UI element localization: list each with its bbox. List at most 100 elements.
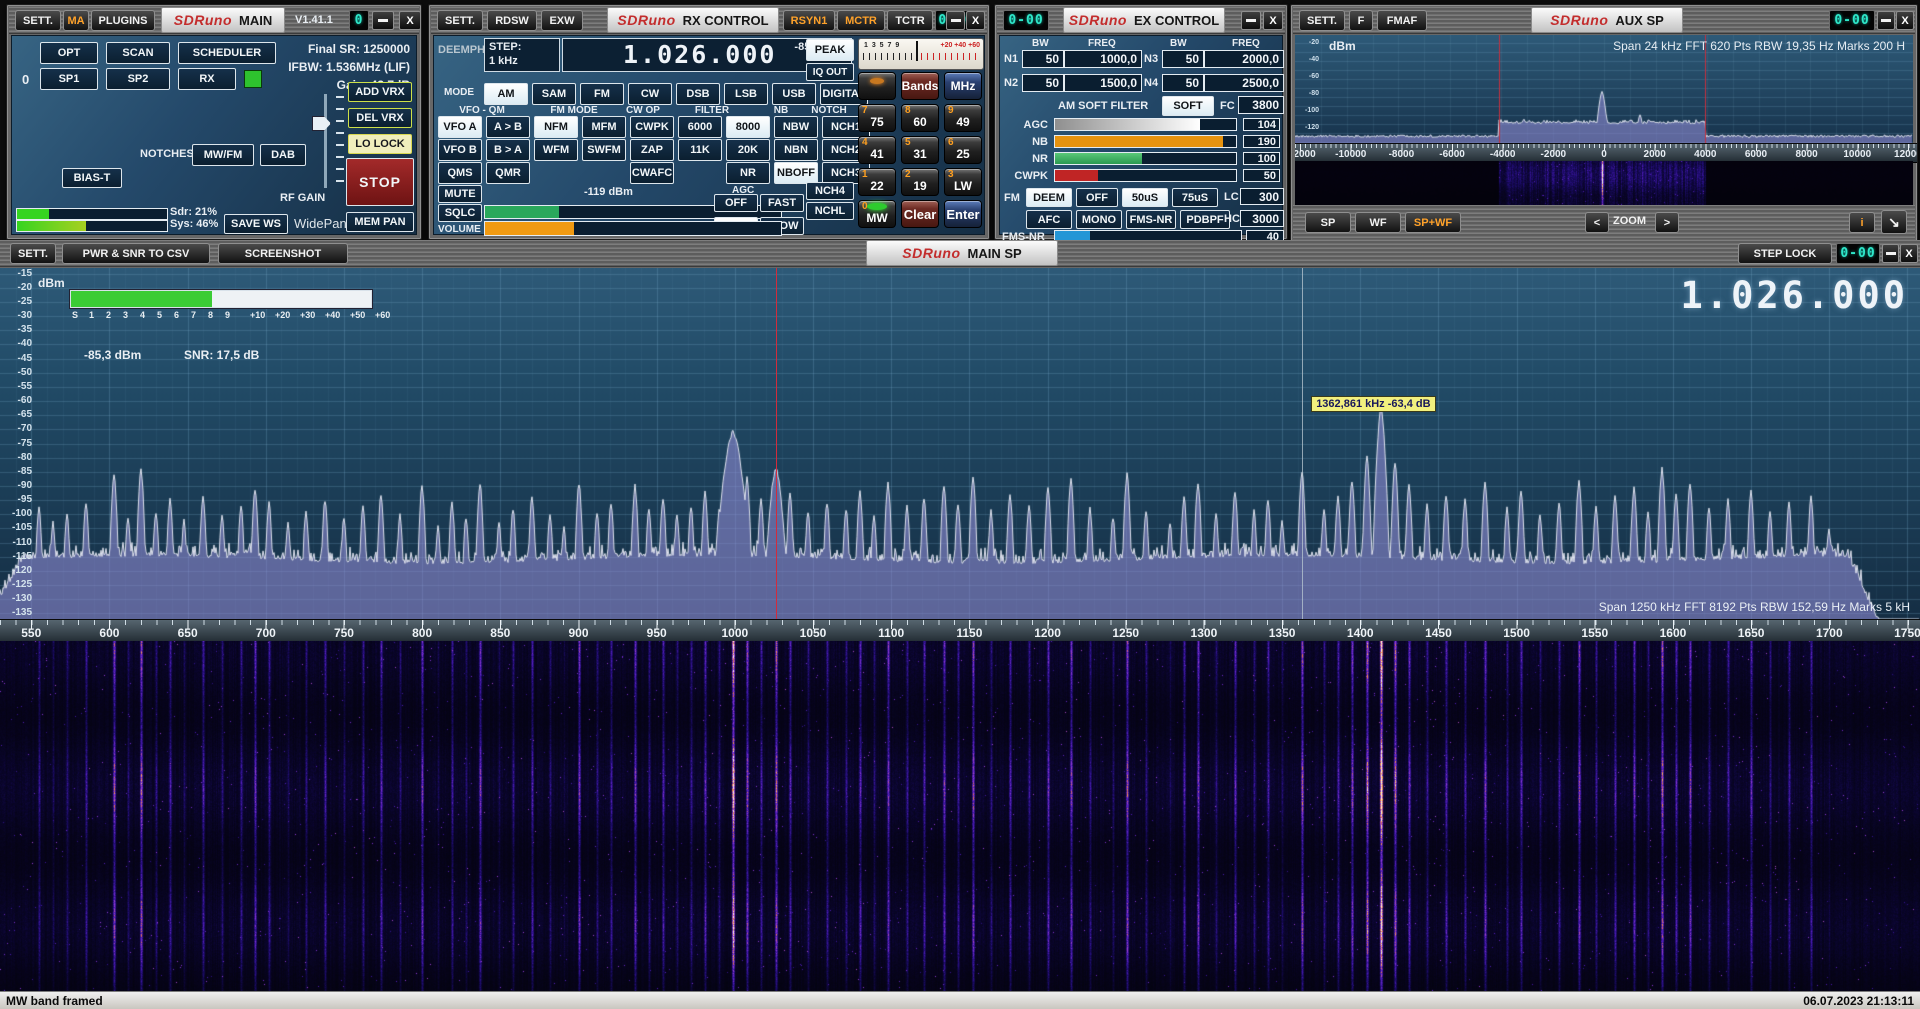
agc-fast-button[interactable]: FAST	[760, 194, 804, 212]
save-ws-button[interactable]: SAVE WS	[224, 214, 288, 234]
aux-spectrum[interactable]: dBm Span 24 kHz FFT 620 Pts RBW 19,35 Hz…	[1295, 35, 1913, 143]
mode-button[interactable]: LSB	[724, 83, 768, 105]
slider-track[interactable]	[1054, 118, 1237, 131]
step-lock-button[interactable]: STEP LOCK	[1738, 243, 1832, 264]
control-button[interactable]: VFO A	[438, 116, 482, 138]
aux-wf-mode-button[interactable]: WF	[1355, 212, 1401, 233]
keypad-key[interactable]: 8 60	[901, 104, 939, 132]
slider-track[interactable]	[1054, 169, 1237, 182]
ex-slider[interactable]: AGC 104	[1004, 118, 1280, 131]
keypad-key[interactable]: Clear	[901, 200, 939, 228]
aux-spwf-mode-button[interactable]: SP+WF	[1405, 212, 1461, 233]
peak-button[interactable]: PEAK	[806, 39, 854, 61]
bias-t-button[interactable]: BIAS-T	[62, 168, 122, 188]
deemph-75us-button[interactable]: 75uS	[1172, 188, 1218, 207]
add-vrx-button[interactable]: ADD VRX	[348, 82, 412, 102]
pwr-snr-csv-button[interactable]: PWR & SNR TO CSV	[62, 243, 210, 264]
afc-button[interactable]: AFC	[1026, 210, 1072, 229]
step-box[interactable]: STEP: 1 kHz	[484, 38, 560, 72]
main-close-button[interactable]: X	[399, 11, 421, 30]
aux-minimize-button[interactable]	[1877, 11, 1895, 30]
control-button[interactable]: 11K	[678, 139, 722, 161]
n2-freq-field[interactable]: 1500,0	[1064, 74, 1142, 92]
fc-field[interactable]: 3800	[1238, 96, 1284, 114]
main-frequency-axis[interactable]: 5506006507007508008509009501000105011001…	[0, 619, 1920, 643]
control-button[interactable]: VFO B	[438, 139, 482, 161]
ex-title-tab[interactable]: SDRuno EX CONTROL	[1063, 7, 1225, 33]
mem-pan-button[interactable]: MEM PAN	[346, 212, 414, 232]
n2-bw-field[interactable]: 50	[1022, 74, 1064, 92]
ex-close-button[interactable]: X	[1263, 11, 1283, 30]
main-ma-button[interactable]: MA	[63, 10, 89, 31]
control-button[interactable]: CWPK	[630, 116, 674, 138]
stop-button[interactable]: STOP	[346, 158, 414, 206]
nchl-button[interactable]: NCHL	[806, 202, 854, 220]
rf-gain-slider-handle[interactable]	[312, 116, 331, 131]
mwfm-notch-button[interactable]: MW/FM	[192, 144, 254, 166]
del-vrx-button[interactable]: DEL VRX	[348, 108, 412, 128]
nch4-button[interactable]: NCH4	[806, 182, 854, 200]
lo-lock-button[interactable]: LO LOCK	[348, 134, 412, 154]
keypad-key[interactable]: 4 41	[858, 136, 896, 164]
aux-f-button[interactable]: F	[1349, 10, 1373, 31]
main-waterfall-canvas[interactable]	[0, 641, 1920, 991]
mainsp-close-button[interactable]: X	[1900, 244, 1918, 263]
agc-off-button[interactable]: OFF	[714, 194, 758, 212]
main-plugins-button[interactable]: PLUGINS	[91, 10, 155, 31]
keypad-key[interactable]: MHz	[944, 72, 982, 100]
pdbpf-button[interactable]: PDBPF	[1180, 210, 1230, 229]
mainsp-minimize-button[interactable]	[1882, 244, 1899, 263]
keypad-key[interactable]: 1 22	[858, 168, 896, 196]
aux-waterfall-canvas[interactable]	[1295, 161, 1913, 205]
control-button[interactable]: MFM	[582, 116, 626, 138]
sp1-button[interactable]: SP1	[40, 68, 98, 90]
sqlc-button[interactable]: SQLC	[438, 204, 482, 222]
control-button[interactable]: QMS	[438, 162, 482, 184]
rx-title-tab[interactable]: SDRuno RX CONTROL	[607, 7, 779, 33]
dab-notch-button[interactable]: DAB	[260, 144, 306, 166]
slider-track[interactable]	[1054, 135, 1237, 148]
tuned-frequency-line[interactable]	[776, 268, 777, 619]
aux-zoom-in-button[interactable]: >	[1655, 212, 1679, 233]
aux-waterfall[interactable]	[1295, 161, 1913, 205]
mode-button[interactable]: CW	[628, 83, 672, 105]
main-minimize-button[interactable]	[372, 11, 394, 30]
deem-button[interactable]: DEEM	[1026, 188, 1072, 207]
keypad-key[interactable]: 0 MW	[858, 200, 896, 228]
lc-field[interactable]: 300	[1240, 188, 1284, 205]
control-button[interactable]: SWFM	[582, 139, 626, 161]
cursor-line[interactable]	[1302, 268, 1303, 619]
keypad-key[interactable]: 3 LW	[944, 168, 982, 196]
rx-active-indicator[interactable]	[244, 70, 262, 88]
control-button[interactable]: B > A	[486, 139, 530, 161]
rx-button[interactable]: RX	[178, 68, 236, 90]
main-sett-button[interactable]: SETT.	[15, 10, 61, 31]
control-button[interactable]: QMR	[486, 162, 530, 184]
aux-resize-handle[interactable]: ↘	[1881, 210, 1907, 234]
deemph-50us-button[interactable]: 50uS	[1122, 188, 1168, 207]
control-button[interactable]: NBOFF	[774, 162, 818, 184]
main-title-tab[interactable]: SDRuno MAIN	[161, 7, 285, 33]
mono-button[interactable]: MONO	[1076, 210, 1122, 229]
n1-bw-field[interactable]: 50	[1022, 50, 1064, 68]
mode-button[interactable]: FM	[580, 83, 624, 105]
rx-sett-button[interactable]: SETT.	[437, 10, 483, 31]
n3-freq-field[interactable]: 2000,0	[1204, 50, 1284, 68]
fm-off-button[interactable]: OFF	[1076, 188, 1118, 207]
control-button[interactable]: ZAP	[630, 139, 674, 161]
aux-title-tab[interactable]: SDRuno AUX SP	[1531, 7, 1683, 33]
mode-button[interactable]: USB	[772, 83, 816, 105]
slider-track[interactable]	[1054, 152, 1237, 165]
scan-button[interactable]: SCAN	[106, 42, 170, 64]
ex-slider[interactable]: NB 190	[1004, 135, 1280, 148]
mode-button[interactable]: DSB	[676, 83, 720, 105]
ex-titlebar[interactable]: 0-00 SDRuno EX CONTROL X	[997, 7, 1285, 34]
rsyn1-button[interactable]: RSYN1	[783, 10, 835, 31]
keypad-key[interactable]: 9 49	[944, 104, 982, 132]
volume-bar[interactable]	[484, 221, 782, 236]
ex-minimize-button[interactable]	[1241, 11, 1261, 30]
keypad-key[interactable]: 6 25	[944, 136, 982, 164]
aux-close-button[interactable]: X	[1896, 11, 1914, 30]
keypad-key[interactable]: 2 19	[901, 168, 939, 196]
aux-sett-button[interactable]: SETT.	[1299, 10, 1345, 31]
